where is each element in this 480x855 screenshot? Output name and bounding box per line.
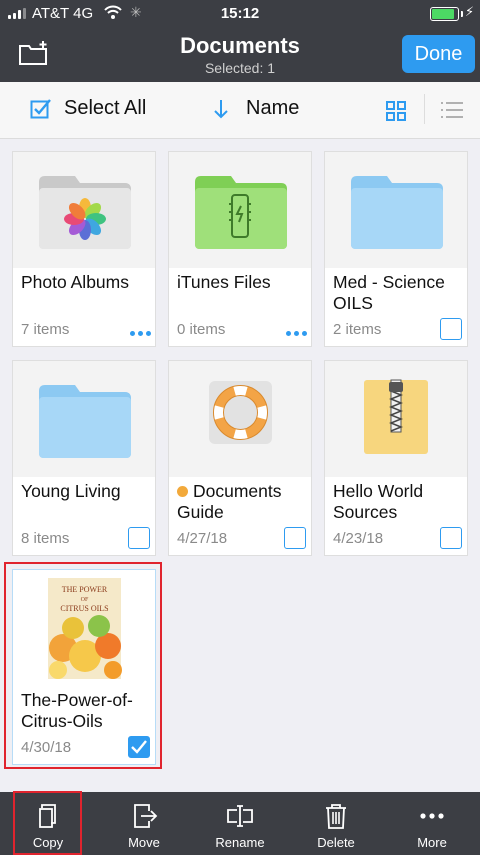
item-name: Hello World Sources xyxy=(333,481,424,522)
done-button[interactable]: Done xyxy=(402,35,475,73)
item-meta: 2 items xyxy=(333,321,382,338)
status-time: 15:12 xyxy=(220,5,260,22)
select-checkbox[interactable] xyxy=(440,527,462,549)
folder-thumbnail xyxy=(325,152,467,268)
item-name: Photo Albums xyxy=(21,272,129,292)
select-all-label: Select All xyxy=(64,97,147,119)
photos-folder-icon xyxy=(39,176,131,249)
copy-highlight-box xyxy=(13,791,82,855)
move-label: Move xyxy=(128,835,160,850)
delete-button[interactable]: Delete xyxy=(288,792,384,855)
sort-label: Name xyxy=(246,97,300,119)
toolbar-divider xyxy=(424,94,425,124)
select-all-button[interactable]: Select All xyxy=(30,97,146,120)
zip-archive-icon xyxy=(364,379,428,454)
move-button[interactable]: Move xyxy=(96,792,192,855)
arrow-down-icon xyxy=(214,99,228,118)
file-thumbnail xyxy=(169,361,311,477)
folder-icon xyxy=(351,176,443,249)
item-meta: 4/23/18 xyxy=(333,530,384,547)
top-bar: AT&T 4G ✳ 15:12 ⚡ Documents Selected: 1 … xyxy=(0,0,480,82)
move-icon xyxy=(134,804,158,828)
sort-button[interactable]: Name xyxy=(214,97,299,120)
item-meta: 0 items xyxy=(177,321,226,338)
more-button[interactable]: More xyxy=(384,792,480,855)
file-toolbar: Select All Name xyxy=(0,82,480,139)
grid-view-icon[interactable] xyxy=(386,101,406,121)
folder-card-med-science-oils[interactable]: Med - Science OILS 2 items xyxy=(324,151,468,347)
item-name: Documents Guide xyxy=(177,481,282,522)
charging-icon: ⚡ xyxy=(465,4,475,19)
folder-thumbnail xyxy=(169,152,311,268)
item-name: Med - Science OILS xyxy=(333,272,445,313)
checkbox-check-icon xyxy=(30,98,51,118)
more-options-icon[interactable] xyxy=(286,331,307,336)
rename-icon xyxy=(227,805,253,827)
lifebuoy-icon xyxy=(209,381,272,444)
status-bar: AT&T 4G ✳ 15:12 ⚡ xyxy=(0,0,480,28)
item-name: iTunes Files xyxy=(177,272,271,292)
folder-card-itunes-files[interactable]: iTunes Files 0 items xyxy=(168,151,312,347)
more-options-icon[interactable] xyxy=(130,331,151,336)
folder-icon xyxy=(39,385,131,458)
file-thumbnail xyxy=(325,361,467,477)
list-view-icon[interactable] xyxy=(440,100,464,120)
delete-label: Delete xyxy=(317,835,355,850)
battery-icon xyxy=(430,7,463,21)
more-icon xyxy=(420,813,444,819)
rename-label: Rename xyxy=(215,835,265,850)
selection-highlight-box xyxy=(4,562,162,769)
more-label: More xyxy=(417,835,447,850)
status-dot xyxy=(177,486,188,497)
select-checkbox[interactable] xyxy=(284,527,306,549)
itunes-folder-icon xyxy=(195,176,287,249)
select-checkbox[interactable] xyxy=(440,318,462,340)
file-card-documents-guide[interactable]: Documents Guide 4/27/18 xyxy=(168,360,312,556)
rename-button[interactable]: Rename xyxy=(192,792,288,855)
folder-thumbnail xyxy=(13,361,155,477)
item-name-wrapper: Documents Guide xyxy=(177,481,305,523)
file-card-hello-world-sources[interactable]: Hello World Sources 4/23/18 xyxy=(324,360,468,556)
folder-card-young-living[interactable]: Young Living 8 items xyxy=(12,360,156,556)
item-meta: 7 items xyxy=(21,321,70,338)
folder-card-photo-albums[interactable]: Photo Albums 7 items xyxy=(12,151,156,347)
trash-icon xyxy=(326,804,346,829)
item-meta: 8 items xyxy=(21,530,70,547)
item-name: Young Living xyxy=(21,481,121,501)
folder-thumbnail xyxy=(13,152,155,268)
select-checkbox[interactable] xyxy=(128,527,150,549)
item-meta: 4/27/18 xyxy=(177,530,228,547)
